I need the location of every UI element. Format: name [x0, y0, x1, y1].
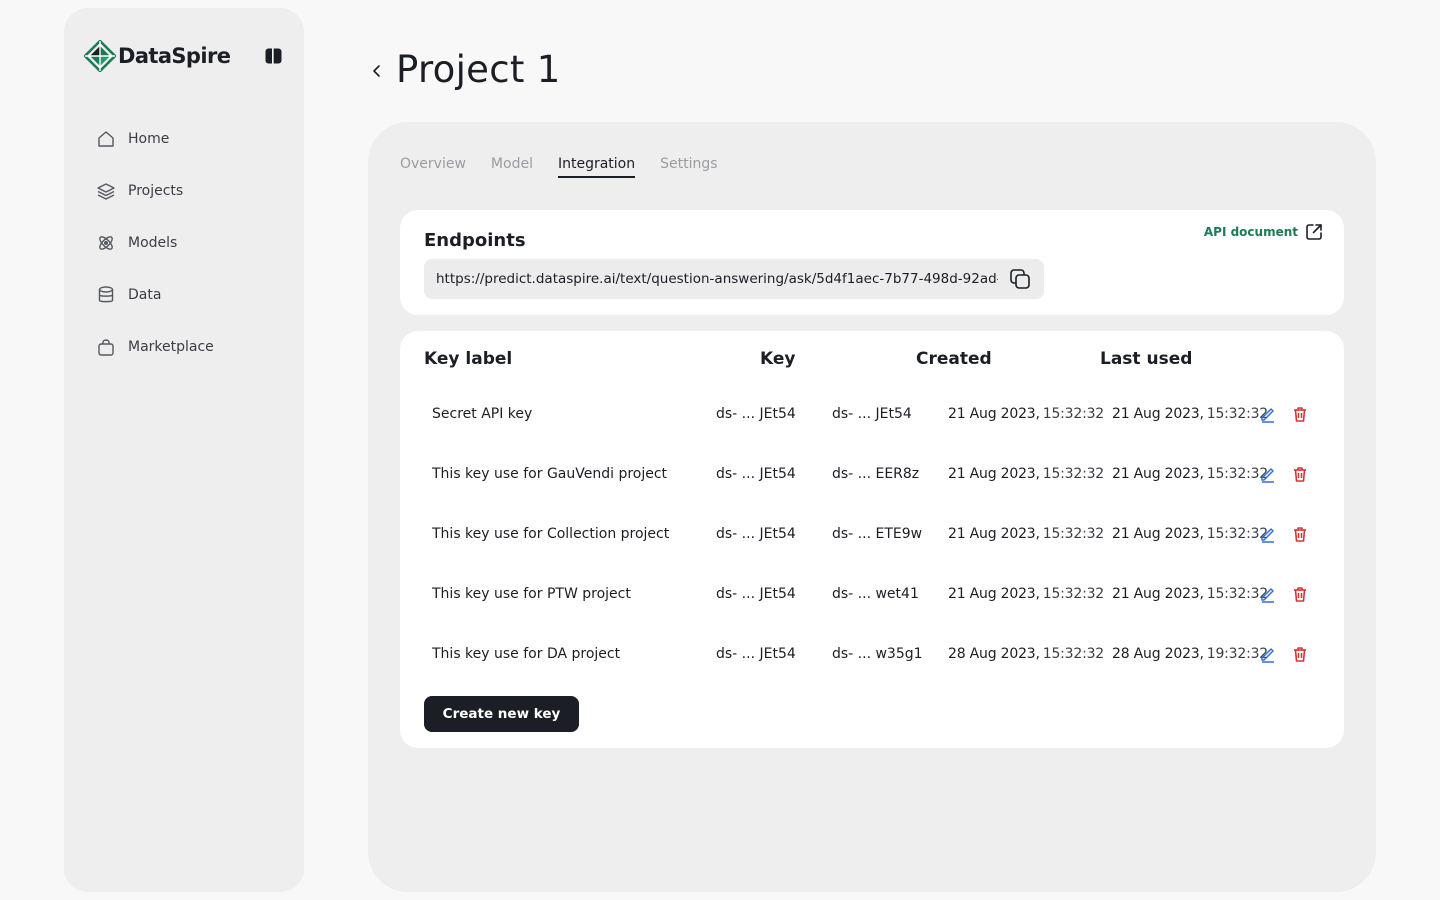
endpoints-card: Endpoints API document https://predict.d…	[400, 210, 1344, 315]
last-used-cell: 21 Aug 2023, 15:32:32	[1112, 504, 1268, 564]
sidebar-item-label: Home	[128, 131, 170, 147]
created-cell: 21 Aug 2023, 15:32:32	[948, 384, 1104, 444]
delete-icon[interactable]	[1291, 645, 1309, 663]
sidebar-item-models[interactable]: Models	[96, 217, 286, 269]
column-header-created: Created	[916, 349, 992, 369]
delete-icon[interactable]	[1291, 465, 1309, 483]
api-document-link[interactable]: API document	[1204, 222, 1324, 242]
copy-icon[interactable]	[1008, 267, 1032, 291]
last-used-date: 28 Aug 2023,	[1112, 646, 1204, 662]
edit-icon[interactable]	[1259, 465, 1277, 483]
dataspire-logo-icon	[84, 40, 116, 72]
page-header: Project 1	[368, 48, 561, 91]
last-used-cell: 21 Aug 2023, 15:32:32	[1112, 384, 1268, 444]
sidebar-item-label: Models	[128, 235, 178, 251]
key-label-cell: This key use for GauVendi project	[432, 466, 668, 482]
last-used-cell: 21 Aug 2023, 15:32:32	[1112, 564, 1268, 624]
key-cell: ds- ... JEt54	[716, 586, 796, 602]
chevron-left-icon[interactable]	[368, 62, 386, 80]
sidebar-item-label: Marketplace	[128, 339, 214, 355]
key-secondary-cell: ds- ... wet41	[832, 586, 919, 602]
endpoint-url: https://predict.dataspire.ai/text/questi…	[436, 271, 998, 287]
last-used-date: 21 Aug 2023,	[1112, 466, 1204, 482]
tab-model[interactable]: Model	[491, 156, 533, 178]
sidebar-item-marketplace[interactable]: Marketplace	[96, 321, 286, 373]
last-used-date: 21 Aug 2023,	[1112, 406, 1204, 422]
last-used-cell: 28 Aug 2023, 19:32:32	[1112, 624, 1268, 684]
table-row: This key use for GauVendi project ds- ..…	[400, 444, 1344, 504]
brand-logo[interactable]: DataSpire	[84, 40, 231, 72]
key-label-cell: This key use for DA project	[432, 646, 621, 662]
column-header-last-used: Last used	[1100, 349, 1193, 369]
key-cell: ds- ... JEt54	[716, 466, 796, 482]
delete-icon[interactable]	[1291, 525, 1309, 543]
last-used-cell: 21 Aug 2023, 15:32:32	[1112, 444, 1268, 504]
sidebar-nav: Home Projects Models Data Marketplace	[96, 113, 286, 373]
created-date: 21 Aug 2023,	[948, 586, 1040, 602]
layers-icon	[97, 183, 115, 200]
column-header-key-label: Key label	[424, 349, 513, 369]
edit-icon[interactable]	[1259, 645, 1277, 663]
table-row: This key use for Collection project ds- …	[400, 504, 1344, 564]
created-date: 21 Aug 2023,	[948, 526, 1040, 542]
table-row: This key use for DA project ds- ... JEt5…	[400, 624, 1344, 684]
key-label-cell: This key use for PTW project	[432, 586, 631, 602]
project-tabs: Overview Model Integration Settings	[400, 156, 718, 178]
column-header-key: Key	[760, 349, 796, 369]
created-cell: 28 Aug 2023, 15:32:32	[948, 624, 1104, 684]
page-title: Project 1	[396, 48, 561, 91]
sidebar-item-home[interactable]: Home	[96, 113, 286, 165]
sidebar-item-label: Projects	[128, 183, 184, 199]
key-cell: ds- ... JEt54	[716, 406, 796, 422]
key-secondary-cell: ds- ... w35g1	[832, 646, 923, 662]
key-label-cell: Secret API key	[432, 406, 533, 422]
created-time: 15:32:32	[1042, 586, 1105, 602]
edit-icon[interactable]	[1259, 405, 1277, 423]
database-icon	[98, 286, 114, 303]
api-document-label: API document	[1203, 225, 1298, 239]
key-secondary-cell: ds- ... EER8z	[832, 466, 920, 482]
api-keys-card: Key label Key Created Last used Secret A…	[400, 331, 1344, 748]
brand-name: DataSpire	[118, 44, 231, 68]
bag-icon	[98, 339, 114, 356]
key-secondary-cell: ds- ... JEt54	[832, 406, 912, 422]
delete-icon[interactable]	[1291, 405, 1309, 423]
sidebar: DataSpire Home Projects Models Data Mark…	[64, 8, 304, 892]
key-cell: ds- ... JEt54	[716, 646, 796, 662]
tab-settings[interactable]: Settings	[660, 156, 717, 178]
edit-icon[interactable]	[1259, 525, 1277, 543]
created-time: 15:32:32	[1042, 406, 1105, 422]
created-time: 15:32:32	[1042, 466, 1105, 482]
created-time: 15:32:32	[1042, 646, 1105, 662]
key-label-cell: This key use for Collection project	[432, 526, 670, 542]
tab-overview[interactable]: Overview	[400, 156, 466, 178]
home-icon	[98, 131, 114, 147]
delete-icon[interactable]	[1291, 585, 1309, 603]
created-time: 15:32:32	[1042, 526, 1105, 542]
endpoints-title: Endpoints	[424, 230, 526, 251]
created-date: 21 Aug 2023,	[948, 406, 1040, 422]
created-cell: 21 Aug 2023, 15:32:32	[948, 564, 1104, 624]
created-date: 28 Aug 2023,	[948, 646, 1040, 662]
last-used-date: 21 Aug 2023,	[1112, 586, 1204, 602]
created-cell: 21 Aug 2023, 15:32:32	[948, 504, 1104, 564]
atom-icon	[99, 236, 113, 250]
sidebar-item-projects[interactable]: Projects	[96, 165, 286, 217]
created-cell: 21 Aug 2023, 15:32:32	[948, 444, 1104, 504]
key-cell: ds- ... JEt54	[716, 526, 796, 542]
sidebar-collapse-icon[interactable]	[265, 48, 282, 64]
endpoint-url-field[interactable]: https://predict.dataspire.ai/text/questi…	[424, 259, 1044, 299]
create-new-key-button[interactable]: Create new key	[424, 696, 579, 732]
edit-icon[interactable]	[1259, 585, 1277, 603]
table-row: This key use for PTW project ds- ... JEt…	[400, 564, 1344, 624]
table-row: Secret API key ds- ... JEt54 ds- ... JEt…	[400, 384, 1344, 444]
tab-integration[interactable]: Integration	[557, 156, 636, 178]
project-panel: Overview Model Integration Settings Endp…	[368, 122, 1376, 892]
sidebar-item-label: Data	[128, 287, 162, 303]
last-used-date: 21 Aug 2023,	[1112, 526, 1204, 542]
sidebar-item-data[interactable]: Data	[96, 269, 286, 321]
key-secondary-cell: ds- ... ETE9w	[832, 526, 923, 542]
external-link-icon	[1306, 224, 1322, 240]
created-date: 21 Aug 2023,	[948, 466, 1040, 482]
